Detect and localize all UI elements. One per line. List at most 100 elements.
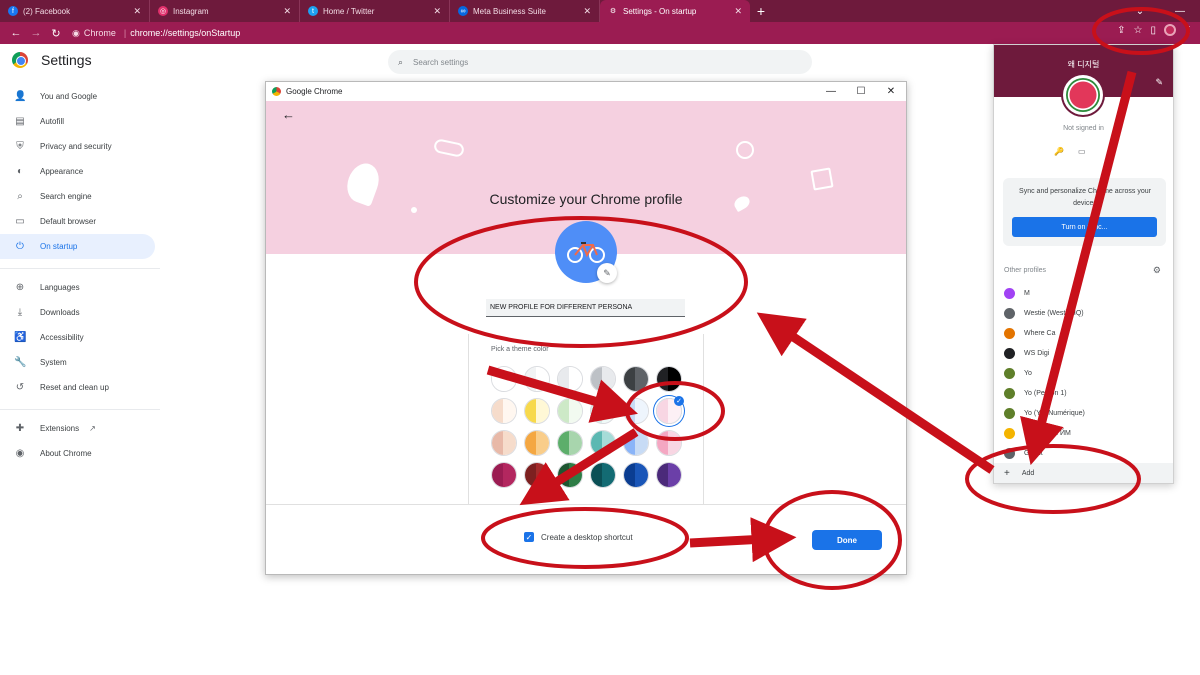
- theme-color-swatch[interactable]: [524, 366, 550, 392]
- browser-tab[interactable]: f (2) Facebook ✕: [0, 0, 150, 22]
- theme-color-swatch[interactable]: [590, 462, 616, 488]
- profile-list-item[interactable]: Yo (YO Numérique): [994, 403, 1173, 423]
- profile-list-item[interactable]: Цифровой ЙМ: [994, 423, 1173, 443]
- profile-list-item[interactable]: Yo: [994, 363, 1173, 383]
- desktop-shortcut-checkbox[interactable]: ✓ Create a desktop shortcut: [524, 532, 633, 542]
- sidebar-item-about-chrome[interactable]: ◉ About Chrome: [0, 441, 160, 466]
- edit-avatar-button[interactable]: ✎: [597, 263, 617, 283]
- sidebar-item-languages[interactable]: ⊕ Languages: [0, 275, 160, 300]
- sidebar-item-you-and-google[interactable]: 👤 You and Google: [0, 84, 160, 109]
- close-icon[interactable]: ✕: [283, 6, 291, 17]
- theme-color-swatch[interactable]: [557, 398, 583, 424]
- browser-tab[interactable]: ∞ Meta Business Suite ✕: [450, 0, 600, 22]
- accessibility-icon: ♿: [14, 332, 27, 343]
- theme-color-swatch[interactable]: [524, 398, 550, 424]
- profile-list-item[interactable]: M: [994, 283, 1173, 303]
- add-label: Add: [1021, 469, 1035, 477]
- profile-avatar-button[interactable]: [1164, 24, 1176, 36]
- side-panel-icon[interactable]: ▯: [1150, 25, 1156, 36]
- add-profile-button[interactable]: + Add: [994, 463, 1173, 483]
- close-icon[interactable]: ✕: [433, 6, 441, 17]
- theme-color-swatch[interactable]: [524, 430, 550, 456]
- more-menu-icon[interactable]: ⋮: [1184, 25, 1194, 36]
- person-icon: 👤: [14, 91, 27, 102]
- dialog-footer: ✓ Create a desktop shortcut Done: [266, 504, 906, 574]
- other-profiles-label: Other profiles: [1004, 267, 1047, 274]
- sidebar-item-extensions[interactable]: ✚ Extensions ↗: [0, 416, 160, 441]
- profile-name: 왜 디지털: [1067, 60, 1100, 69]
- sync-text: Sync and personalize Chrome across your …: [1019, 188, 1151, 207]
- sidebar-item-search-engine[interactable]: ⌕ Search engine: [0, 184, 160, 209]
- theme-color-swatch[interactable]: [623, 462, 649, 488]
- close-icon[interactable]: ✕: [133, 6, 141, 17]
- theme-color-swatch[interactable]: [656, 430, 682, 456]
- tab-label: (2) Facebook: [23, 6, 71, 16]
- theme-color-swatch[interactable]: [491, 430, 517, 456]
- toolbar-actions: ⇪ ☆ ▯ ⋮: [1117, 24, 1194, 36]
- theme-color-swatch[interactable]: [623, 430, 649, 456]
- chevron-down-icon[interactable]: ⌄: [1120, 0, 1160, 22]
- back-arrow-icon[interactable]: ←: [282, 107, 295, 122]
- sync-promo: Sync and personalize Chrome across your …: [1003, 178, 1166, 246]
- theme-color-swatch[interactable]: [524, 462, 550, 488]
- done-button[interactable]: Done: [812, 530, 882, 550]
- tab-favicon-icon: ∞: [458, 6, 468, 16]
- browser-tab[interactable]: ⚙ Settings - On startup ✕: [600, 0, 750, 22]
- theme-color-swatch[interactable]: [491, 462, 517, 488]
- theme-color-swatch[interactable]: ✎: [491, 366, 517, 392]
- theme-color-swatch[interactable]: [590, 398, 616, 424]
- profile-list-item[interactable]: WS Digi: [994, 343, 1173, 363]
- theme-color-swatch[interactable]: [623, 398, 649, 424]
- sidebar-item-label: About Chrome: [40, 449, 92, 458]
- profile-label: Guest: [1024, 449, 1043, 457]
- gear-icon[interactable]: ⚙: [1153, 265, 1161, 276]
- theme-color-swatch[interactable]: [623, 366, 649, 392]
- new-tab-button[interactable]: +: [750, 0, 772, 22]
- sidebar-item-system[interactable]: 🔧 System: [0, 350, 160, 375]
- theme-color-swatch[interactable]: [557, 366, 583, 392]
- sidebar-item-on-startup[interactable]: ⏻ On startup: [0, 234, 155, 259]
- back-icon[interactable]: ←: [6, 27, 26, 39]
- profile-list-item[interactable]: Yo (Person 1): [994, 383, 1173, 403]
- search-input[interactable]: ⌕ Search settings: [388, 50, 812, 74]
- minimize-button[interactable]: —: [1160, 0, 1200, 22]
- browser-tab[interactable]: ◎ Instagram ✕: [150, 0, 300, 22]
- theme-color-swatch[interactable]: [590, 430, 616, 456]
- star-icon[interactable]: ☆: [1134, 25, 1143, 36]
- theme-color-swatch[interactable]: [656, 366, 682, 392]
- address-bar[interactable]: ◉ Chrome | chrome://settings/onStartup: [72, 24, 240, 42]
- forward-icon[interactable]: →: [26, 27, 46, 39]
- sidebar-item-accessibility[interactable]: ♿ Accessibility: [0, 325, 160, 350]
- theme-label: Pick a theme color: [491, 346, 549, 353]
- sidebar-item-appearance[interactable]: ◐ Appearance: [0, 159, 160, 184]
- turn-on-sync-button[interactable]: Turn on sync...: [1012, 217, 1157, 237]
- close-icon[interactable]: ✕: [583, 6, 591, 17]
- profile-list-item[interactable]: Guest: [994, 443, 1173, 463]
- card-icon[interactable]: ▭: [1078, 147, 1086, 156]
- maximize-icon[interactable]: ☐: [846, 82, 876, 101]
- theme-color-swatch[interactable]: [656, 462, 682, 488]
- sidebar-item-autofill[interactable]: ▤ Autofill: [0, 109, 160, 134]
- theme-color-swatch[interactable]: [491, 398, 517, 424]
- sidebar-item-downloads[interactable]: ⤓ Downloads: [0, 300, 160, 325]
- minimize-icon[interactable]: —: [816, 82, 846, 101]
- sidebar-item-privacy-and-security[interactable]: ⛨ Privacy and security: [0, 134, 160, 159]
- profile-label: M: [1024, 289, 1030, 297]
- sidebar-item-reset-and-clean-up[interactable]: ↺ Reset and clean up: [0, 375, 160, 400]
- theme-color-swatch[interactable]: [557, 462, 583, 488]
- browser-tab[interactable]: t Home / Twitter ✕: [300, 0, 450, 22]
- close-icon[interactable]: ✕: [734, 6, 742, 17]
- key-icon[interactable]: 🔑: [1054, 147, 1064, 156]
- theme-color-swatch[interactable]: [557, 430, 583, 456]
- sidebar-item-default-browser[interactable]: ▭ Default browser: [0, 209, 160, 234]
- profile-list-item[interactable]: Where Ca: [994, 323, 1173, 343]
- tab-favicon-icon: ⚙: [608, 6, 618, 16]
- theme-color-swatch[interactable]: [590, 366, 616, 392]
- pencil-icon[interactable]: ✎: [1155, 77, 1163, 88]
- profile-list-item[interactable]: Westie (WestieHQ): [994, 303, 1173, 323]
- reload-icon[interactable]: ↻: [46, 27, 66, 40]
- close-icon[interactable]: ✕: [876, 82, 906, 101]
- profile-name-input[interactable]: [486, 299, 685, 317]
- chrome-logo-icon: [272, 87, 281, 96]
- share-icon[interactable]: ⇪: [1117, 25, 1125, 36]
